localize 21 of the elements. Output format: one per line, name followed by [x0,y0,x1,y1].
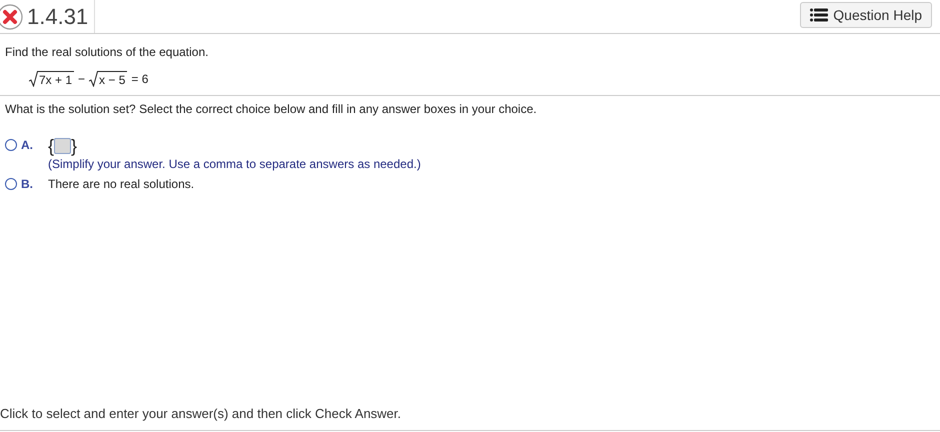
radicand: x − 5 [98,71,128,87]
radicand: 7x + 1 [38,71,74,87]
choice-label: B. [21,177,34,191]
answer-hint: (Simplify your answer. Use a comma to separate answers as needed.) [48,157,422,171]
choice-label: A. [21,138,34,152]
question-text: What is the solution set? Select the correct choice below and fill in any answer boxes in your choice. [4,101,538,116]
answer-box[interactable] [54,138,72,154]
question-number: 1.4.31 [27,4,88,30]
equation-rhs: = 6 [131,72,148,86]
prompt-text: Find the real solutions of the equation. [5,45,210,59]
radio-button[interactable] [5,139,17,151]
open-brace: { [48,138,54,154]
radical-icon [89,71,98,87]
list-icon [810,8,828,22]
radio-button[interactable] [5,178,17,190]
question-help-button[interactable]: Question Help [800,2,932,28]
choice-text: There are no real solutions. [48,177,196,191]
minus-sign: − [78,72,86,86]
radical-icon [29,71,38,87]
close-brace: } [71,138,78,154]
instruction-text: Click to select and enter your answer(s) and then click Check Answer. [0,406,402,421]
